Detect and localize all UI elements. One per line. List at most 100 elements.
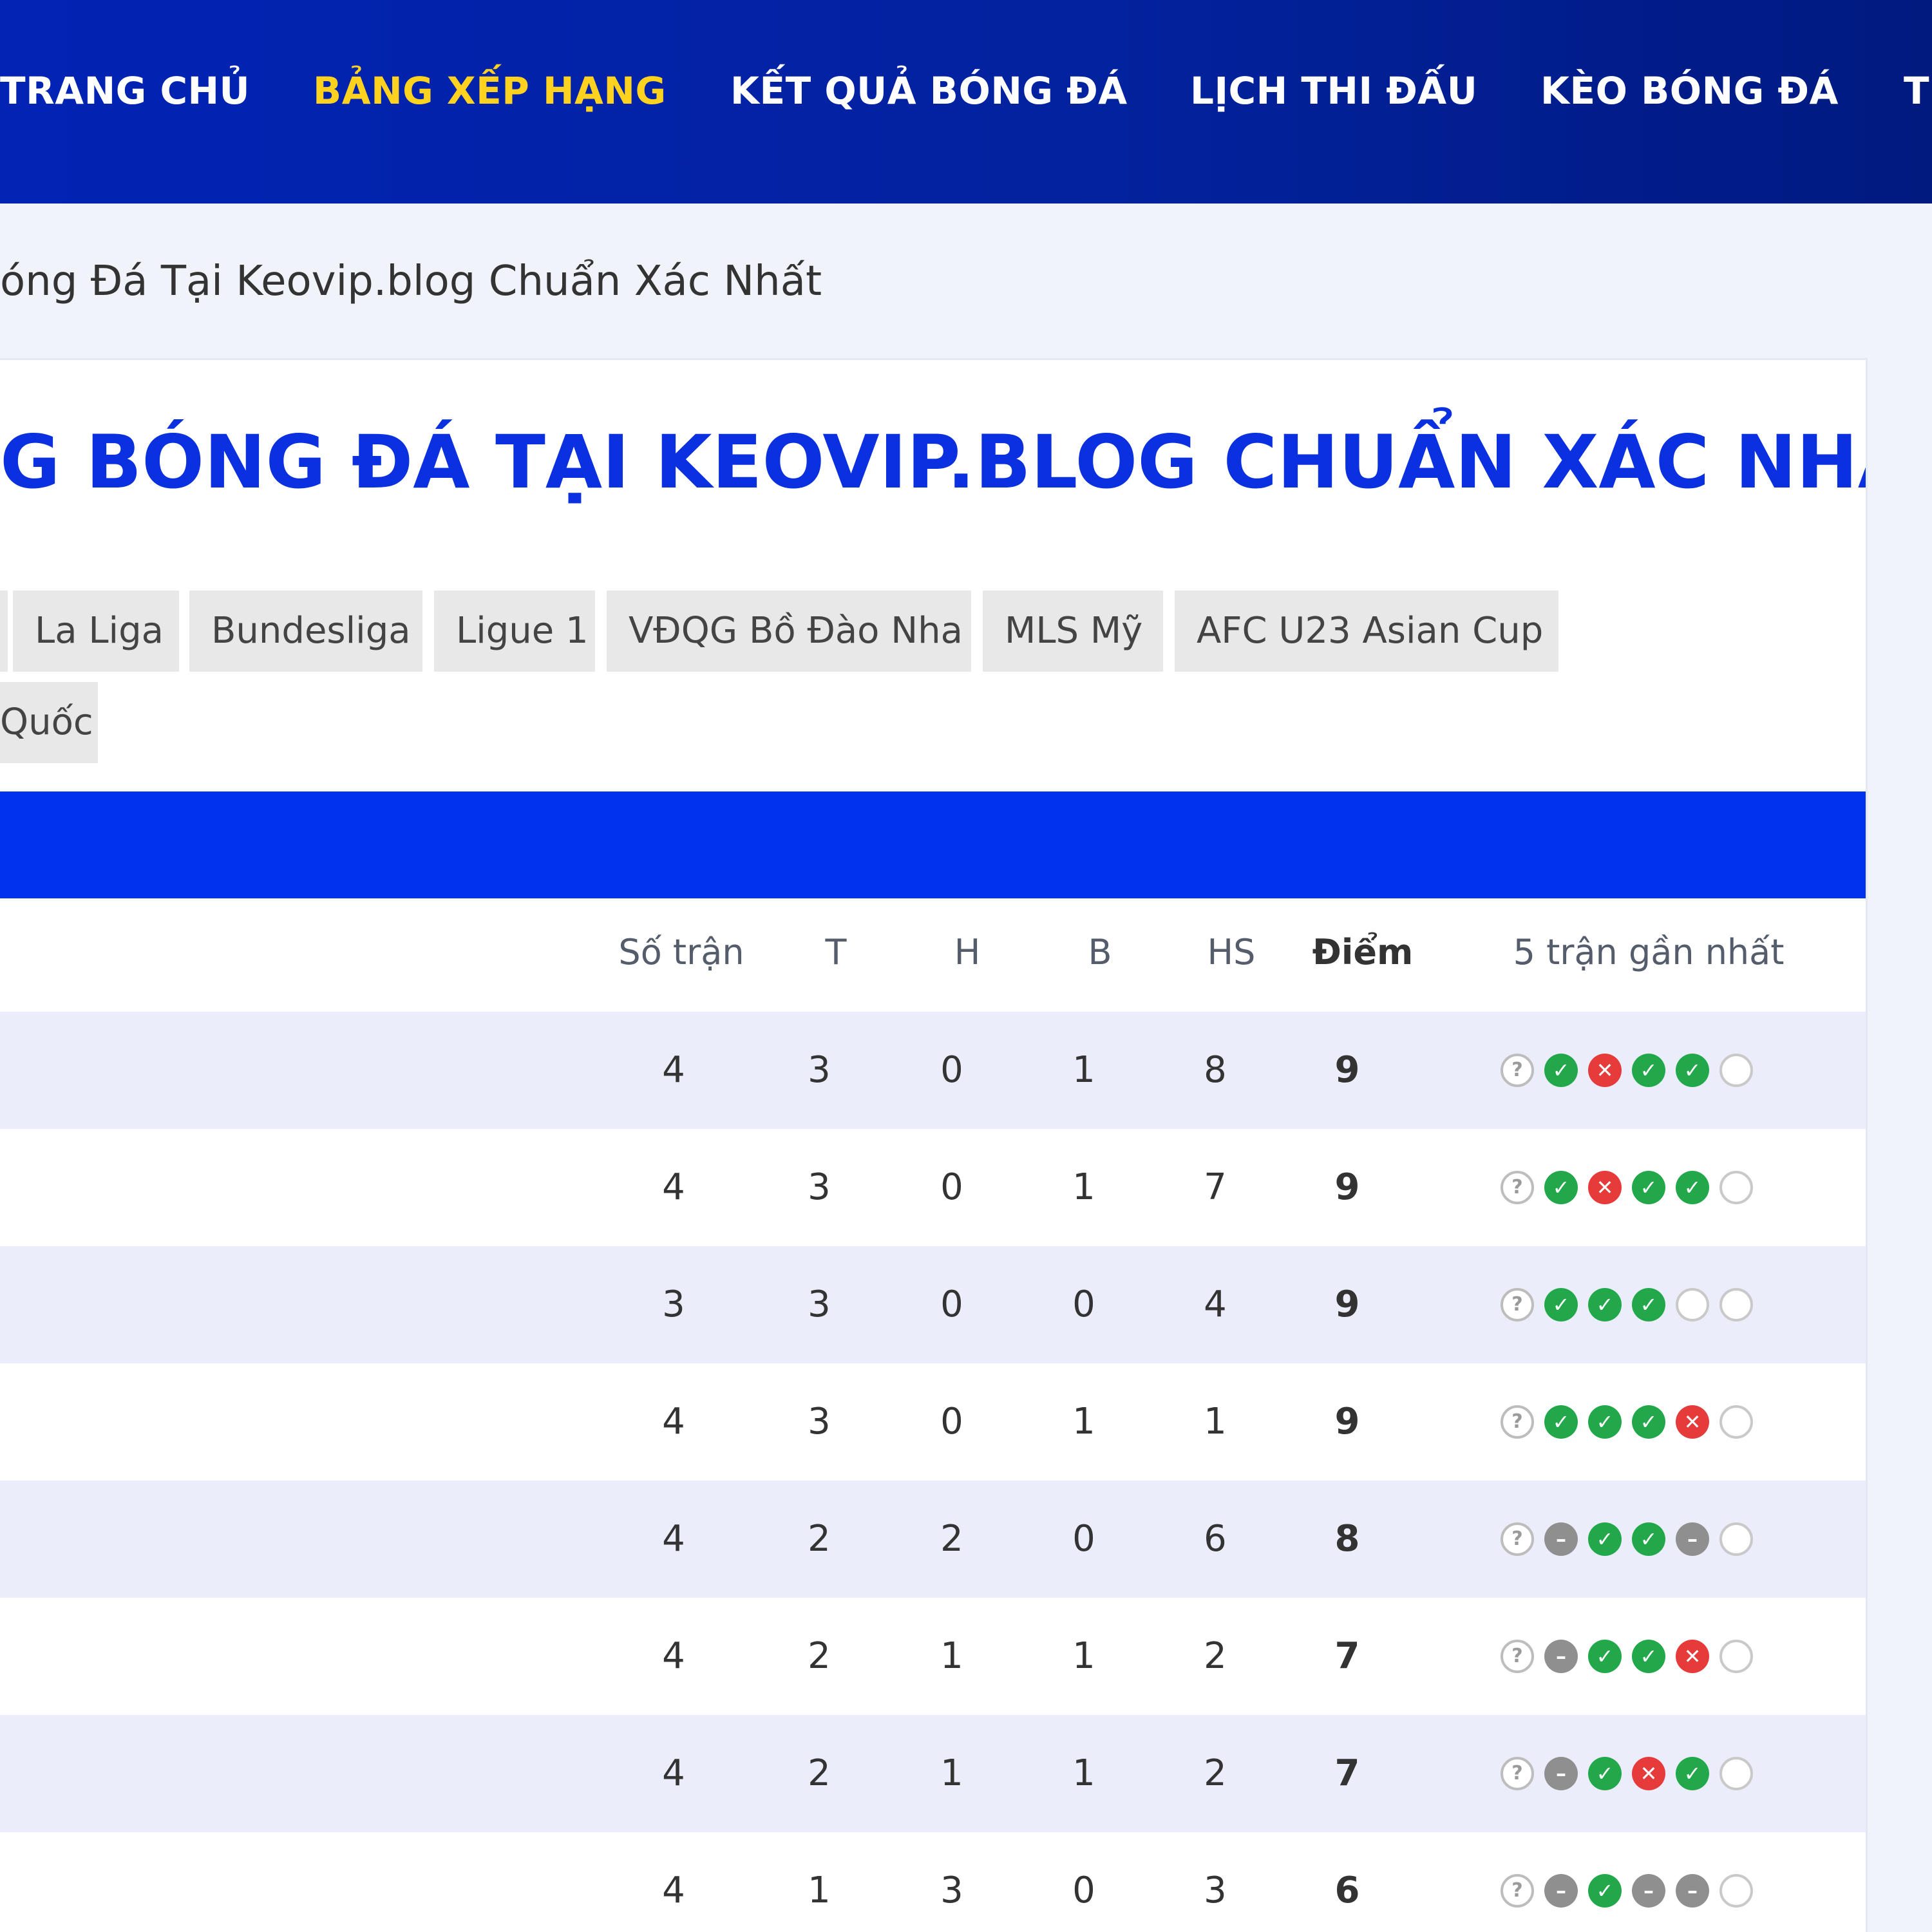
nav-item-standings[interactable]: BẢNG XẾP HẠNG bbox=[313, 68, 667, 113]
cell-goal-diff: 3 bbox=[1204, 1870, 1227, 1911]
league-tab-afc-u23[interactable]: AFC U23 Asian Cup bbox=[1175, 591, 1558, 672]
col-header-played: Số trận bbox=[618, 932, 744, 972]
x-circle-icon[interactable]: ✕ bbox=[1676, 1405, 1709, 1439]
cell-goal-diff: 8 bbox=[1204, 1049, 1227, 1091]
league-tab-la-liga[interactable]: La Liga bbox=[13, 591, 179, 672]
cell-wins: 3 bbox=[808, 1049, 831, 1091]
recent-form: ? – ✓ ✓ – bbox=[1501, 1481, 1753, 1598]
cell-draws: 0 bbox=[940, 1166, 963, 1208]
check-circle-icon[interactable]: ✓ bbox=[1588, 1640, 1622, 1673]
empty-circle-icon bbox=[1719, 1171, 1753, 1204]
table-row[interactable]: 4 3 0 1 1 9? ✓ ✓ ✓ ✕ bbox=[0, 1363, 1866, 1481]
check-circle-icon[interactable]: ✓ bbox=[1632, 1171, 1665, 1204]
col-header-form: 5 trận gần nhất bbox=[1513, 932, 1785, 972]
question-circle-icon[interactable]: ? bbox=[1501, 1874, 1534, 1908]
league-tab-china[interactable]: Quốc bbox=[0, 682, 98, 763]
cell-wins: 3 bbox=[808, 1401, 831, 1443]
check-circle-icon[interactable]: ✓ bbox=[1588, 1874, 1622, 1908]
check-circle-icon[interactable]: ✓ bbox=[1632, 1405, 1665, 1439]
check-circle-icon[interactable]: ✓ bbox=[1588, 1288, 1622, 1321]
recent-form: ? ✓ ✓ ✓ ✕ bbox=[1501, 1363, 1753, 1481]
cell-draws: 1 bbox=[940, 1752, 963, 1794]
table-row[interactable]: 4 1 3 0 3 6? – ✓ – – bbox=[0, 1832, 1866, 1932]
check-circle-icon[interactable]: ✓ bbox=[1632, 1522, 1665, 1556]
league-tab-mls[interactable]: MLS Mỹ bbox=[983, 591, 1163, 672]
cell-goal-diff: 2 bbox=[1204, 1635, 1227, 1677]
nav-item-results[interactable]: KẾT QUẢ BÓNG ĐÁ bbox=[730, 68, 1128, 113]
question-circle-icon[interactable]: ? bbox=[1501, 1171, 1534, 1204]
minus-circle-icon[interactable]: – bbox=[1544, 1757, 1578, 1790]
check-circle-icon[interactable]: ✓ bbox=[1676, 1054, 1709, 1087]
check-circle-icon[interactable]: ✓ bbox=[1588, 1405, 1622, 1439]
league-tab-partial[interactable] bbox=[0, 591, 8, 672]
x-circle-icon[interactable]: ✕ bbox=[1588, 1054, 1622, 1087]
cell-played: 4 bbox=[662, 1049, 685, 1091]
cell-points: 9 bbox=[1334, 1049, 1360, 1091]
col-header-goal-diff: HS bbox=[1207, 932, 1256, 972]
question-circle-icon[interactable]: ? bbox=[1501, 1640, 1534, 1673]
question-circle-icon[interactable]: ? bbox=[1501, 1288, 1534, 1321]
cell-losses: 1 bbox=[1072, 1166, 1095, 1208]
minus-circle-icon[interactable]: – bbox=[1676, 1522, 1709, 1556]
check-circle-icon[interactable]: ✓ bbox=[1632, 1640, 1665, 1673]
check-circle-icon[interactable]: ✓ bbox=[1676, 1171, 1709, 1204]
nav-item-odds[interactable]: KÈO BÓNG ĐÁ bbox=[1540, 68, 1839, 113]
cell-goal-diff: 4 bbox=[1204, 1283, 1227, 1325]
cell-draws: 1 bbox=[940, 1635, 963, 1677]
cell-played: 4 bbox=[662, 1870, 685, 1911]
table-row[interactable]: 4 2 1 1 2 7? – ✓ ✕ ✓ bbox=[0, 1715, 1866, 1832]
cell-points: 7 bbox=[1334, 1635, 1360, 1677]
cell-goal-diff: 2 bbox=[1204, 1752, 1227, 1794]
minus-circle-icon[interactable]: – bbox=[1676, 1874, 1709, 1908]
check-circle-icon[interactable]: ✓ bbox=[1544, 1171, 1578, 1204]
x-circle-icon[interactable]: ✕ bbox=[1588, 1171, 1622, 1204]
question-circle-icon[interactable]: ? bbox=[1501, 1054, 1534, 1087]
cell-losses: 1 bbox=[1072, 1752, 1095, 1794]
check-circle-icon[interactable]: ✓ bbox=[1588, 1757, 1622, 1790]
league-tab-ligue-1[interactable]: Ligue 1 bbox=[434, 591, 595, 672]
cell-draws: 2 bbox=[940, 1518, 963, 1560]
cell-wins: 2 bbox=[808, 1752, 831, 1794]
table-row[interactable]: 4 2 2 0 6 8? – ✓ ✓ – bbox=[0, 1481, 1866, 1598]
cell-wins: 3 bbox=[808, 1166, 831, 1208]
table-row[interactable]: 4 2 1 1 2 7? – ✓ ✓ ✕ bbox=[0, 1598, 1866, 1715]
cell-points: 9 bbox=[1334, 1401, 1360, 1443]
league-tab-bundesliga[interactable]: Bundesliga bbox=[189, 591, 422, 672]
empty-circle-icon bbox=[1676, 1288, 1709, 1321]
empty-circle-icon bbox=[1719, 1522, 1753, 1556]
minus-circle-icon[interactable]: – bbox=[1544, 1640, 1578, 1673]
minus-circle-icon[interactable]: – bbox=[1544, 1522, 1578, 1556]
question-circle-icon[interactable]: ? bbox=[1501, 1757, 1534, 1790]
minus-circle-icon[interactable]: – bbox=[1544, 1874, 1578, 1908]
league-tab-portugal[interactable]: VĐQG Bồ Đào Nha bbox=[607, 591, 971, 672]
check-circle-icon[interactable]: ✓ bbox=[1544, 1405, 1578, 1439]
table-row[interactable]: 3 3 0 0 4 9? ✓ ✓ ✓ bbox=[0, 1246, 1866, 1363]
table-row[interactable]: 4 3 0 1 7 9? ✓ ✕ ✓ ✓ bbox=[0, 1129, 1866, 1246]
minus-circle-icon[interactable]: – bbox=[1632, 1874, 1665, 1908]
cell-points: 6 bbox=[1334, 1870, 1360, 1911]
check-circle-icon[interactable]: ✓ bbox=[1632, 1288, 1665, 1321]
table-header-banner bbox=[0, 791, 1866, 898]
cell-losses: 0 bbox=[1072, 1518, 1095, 1560]
cell-points: 9 bbox=[1334, 1283, 1360, 1325]
cell-wins: 2 bbox=[808, 1518, 831, 1560]
check-circle-icon[interactable]: ✓ bbox=[1676, 1757, 1709, 1790]
check-circle-icon[interactable]: ✓ bbox=[1588, 1522, 1622, 1556]
check-circle-icon[interactable]: ✓ bbox=[1544, 1054, 1578, 1087]
empty-circle-icon bbox=[1719, 1405, 1753, 1439]
question-circle-icon[interactable]: ? bbox=[1501, 1522, 1534, 1556]
question-circle-icon[interactable]: ? bbox=[1501, 1405, 1534, 1439]
check-circle-icon[interactable]: ✓ bbox=[1632, 1054, 1665, 1087]
col-header-draws: H bbox=[954, 932, 981, 972]
x-circle-icon[interactable]: ✕ bbox=[1632, 1757, 1665, 1790]
nav-item-schedule[interactable]: LỊCH THI ĐẤU bbox=[1190, 68, 1477, 113]
cell-played: 3 bbox=[662, 1283, 685, 1325]
x-circle-icon[interactable]: ✕ bbox=[1676, 1640, 1709, 1673]
nav-item-more[interactable]: T bbox=[1904, 68, 1929, 113]
cell-played: 4 bbox=[662, 1166, 685, 1208]
nav-item-home[interactable]: TRANG CHỦ bbox=[0, 68, 250, 113]
cell-wins: 2 bbox=[808, 1635, 831, 1677]
check-circle-icon[interactable]: ✓ bbox=[1544, 1288, 1578, 1321]
table-row[interactable]: 4 3 0 1 8 9? ✓ ✕ ✓ ✓ bbox=[0, 1012, 1866, 1129]
cell-points: 7 bbox=[1334, 1752, 1360, 1794]
